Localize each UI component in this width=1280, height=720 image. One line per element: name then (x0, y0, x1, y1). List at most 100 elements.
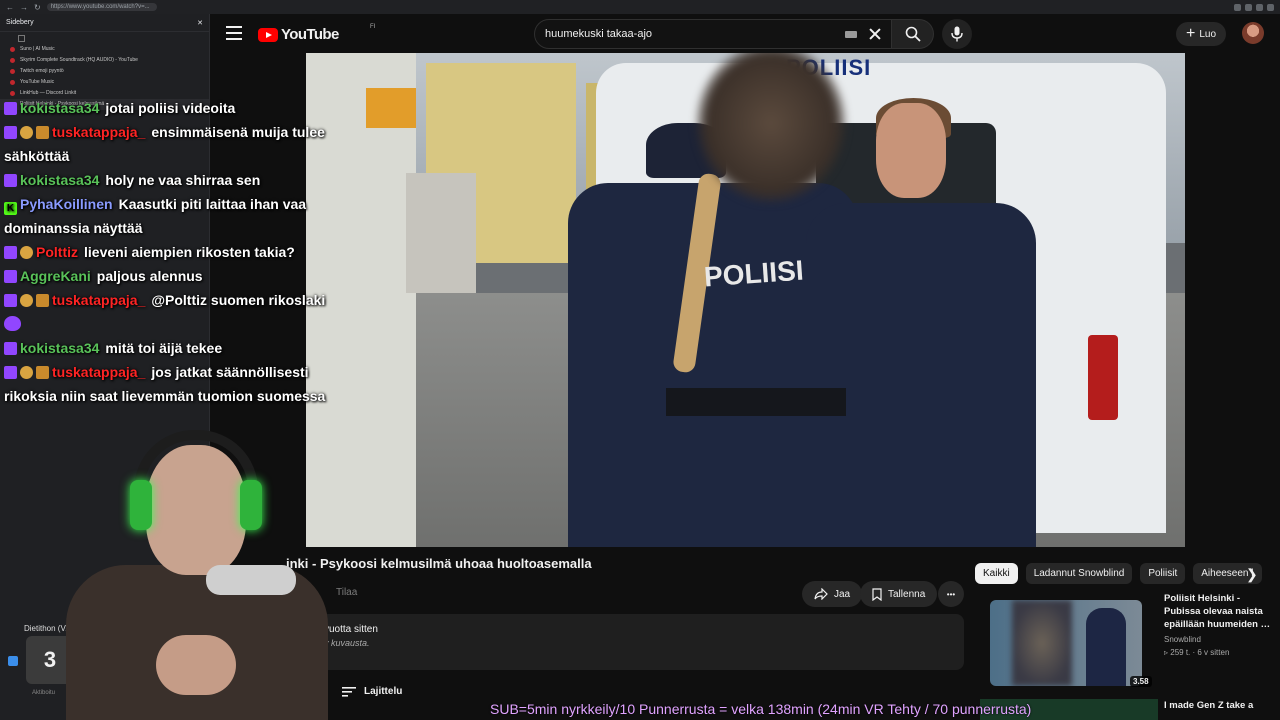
chat-message: kokistasa34 mitä toi äijä tekee (4, 336, 344, 360)
account-avatar[interactable] (1242, 22, 1264, 44)
forward-icon[interactable]: → (20, 3, 28, 12)
chat-text: mitä toi äijä tekee (105, 340, 223, 356)
youtube-header: YouTube FI + Luo (210, 14, 1280, 54)
extension-icon[interactable] (1245, 3, 1252, 11)
search-button[interactable] (892, 19, 934, 49)
extension-icon[interactable] (1256, 3, 1263, 11)
chat-message: Polttiz lieveni aiempien rikosten takia? (4, 240, 344, 264)
van-taillight (1088, 335, 1118, 420)
recommended-stats: ▹ 259 t. · 6 v sitten (1164, 648, 1230, 657)
voice-search-button[interactable] (942, 19, 972, 49)
chest-badge-icon (36, 366, 49, 379)
counter-label: Aktiboitu (32, 690, 56, 696)
sub-badge-icon (4, 366, 17, 379)
thumbnail-officer (1086, 608, 1126, 686)
search-input[interactable] (545, 28, 845, 40)
sub-badge-icon (4, 126, 17, 139)
chat-message: tuskatappaja_ jos jatkat säännöllisesti r… (4, 360, 344, 408)
officer-male (806, 203, 1036, 547)
chat-text: holy ne vaa shirraa sen (105, 172, 261, 188)
headset-earcup (240, 480, 262, 530)
description-snippet: y kuvausta. (324, 638, 370, 648)
chip-poliisit[interactable]: Poliisit (1140, 563, 1186, 584)
comments-sort[interactable]: Lajittelu (342, 686, 402, 697)
stream-chat-overlay: kokistasa34 jotai poliisi videoita tuskata… (4, 96, 344, 408)
chat-username[interactable]: kokistasa34 (20, 172, 99, 188)
create-button[interactable]: + Luo (1176, 22, 1227, 46)
more-actions-button[interactable]: ••• (938, 581, 964, 607)
video-duration: 3.58 (1130, 676, 1152, 687)
sidebar-tab[interactable]: Twitch emoji pyyntö (0, 66, 209, 77)
officer-face (876, 103, 946, 198)
sidebar-tools (0, 32, 209, 44)
keyboard-icon[interactable] (845, 30, 857, 38)
duty-belt (666, 388, 846, 416)
emo-badge-icon (20, 366, 33, 379)
chat-text: lieveni aiempien rikosten takia? (84, 244, 295, 260)
sub-badge-icon (4, 342, 17, 355)
chat-message (4, 312, 344, 336)
address-bar[interactable]: https://www.youtube.com/watch?v=... (46, 3, 157, 11)
chat-username[interactable]: tuskatappaja_ (52, 124, 145, 140)
chat-message: tuskatappaja_ @Polttiz suomen rikoslaki (4, 288, 344, 312)
recommended-channel[interactable]: Snowblind (1164, 633, 1229, 646)
sidebar-header: Sidebery ✕ (0, 14, 209, 32)
share-button[interactable]: Jaa (802, 581, 863, 607)
chat-username[interactable]: AggreKani (20, 268, 91, 284)
upload-age: 6 v sitten (1197, 648, 1230, 657)
microphone-icon (951, 26, 963, 42)
search-box (534, 19, 892, 49)
webcam-overlay (56, 425, 338, 720)
sidebar-tab[interactable]: Skyrim Complete Soundtrack (HQ AUDIO) - … (0, 55, 209, 66)
recommended-title[interactable]: Poliisit Helsinki - Pubissa olevaa naist… (1164, 592, 1274, 631)
extension-icon[interactable] (1267, 3, 1274, 11)
clear-search-icon[interactable] (867, 26, 883, 42)
emo-badge-icon (20, 126, 33, 139)
recommended-thumbnail[interactable] (990, 600, 1142, 686)
sort-icon (342, 686, 356, 697)
streamer-hands (156, 635, 236, 695)
video-player[interactable]: POLIISI POLIISI (306, 53, 1185, 547)
sidebar-tab-label: Suno | AI Music (20, 46, 55, 52)
chip-uploader[interactable]: Ladannut Snowblind (1025, 563, 1133, 584)
sub-badge-icon (4, 102, 17, 115)
back-icon[interactable]: ← (6, 3, 14, 12)
save-label: Tallenna (888, 588, 926, 600)
new-tab-icon[interactable] (18, 34, 25, 42)
chest-badge-icon (36, 126, 49, 139)
headset-earcup (130, 480, 152, 530)
screen: ← → ↻ https://www.youtube.com/watch?v=..… (0, 0, 1280, 720)
chat-message: AggreKani paljous alennus (4, 264, 344, 288)
sidebar-tab[interactable]: Suno | AI Music (0, 44, 209, 55)
chip-all[interactable]: Kaikki (975, 563, 1018, 584)
extension-icon[interactable] (1234, 3, 1241, 11)
video-scene-fuel-pump (406, 173, 476, 293)
sidebar-tab-label: Skyrim Complete Soundtrack (HQ AUDIO) - … (20, 57, 138, 63)
description-date: vuotta sitten (324, 624, 378, 635)
sidebar-tab[interactable]: YouTube Music (0, 77, 209, 88)
search-icon (905, 26, 921, 42)
save-button[interactable]: Tallenna (860, 581, 938, 607)
chat-username[interactable]: Polttiz (36, 244, 78, 260)
reload-icon[interactable]: ↻ (34, 3, 41, 12)
chat-username[interactable]: kokistasa34 (20, 100, 99, 116)
chat-username[interactable]: PyhaKoillinen (20, 196, 113, 212)
chevron-right-icon[interactable]: ❯ (1246, 566, 1258, 583)
share-label: Jaa (834, 588, 851, 600)
chat-username[interactable]: kokistasa34 (20, 340, 99, 356)
sidebar-title: Sidebery (6, 19, 34, 26)
recommended-title[interactable]: I made Gen Z take a (1164, 700, 1274, 711)
chat-username[interactable]: tuskatappaja_ (52, 364, 145, 380)
hamburger-menu-icon[interactable] (226, 26, 242, 40)
chat-username[interactable]: tuskatappaja_ (52, 292, 145, 308)
chat-message: tuskatappaja_ ensimmäisenä muija tulee sä… (4, 120, 344, 168)
sort-label: Lajittelu (364, 686, 403, 697)
bookmark-icon (872, 587, 882, 601)
country-code: FI (370, 24, 376, 30)
youtube-logo[interactable]: YouTube FI (258, 24, 375, 43)
plus-icon: + (1186, 25, 1196, 42)
emo-badge-icon (20, 294, 33, 307)
description-box[interactable]: vuotta sitten y kuvausta. (318, 614, 964, 670)
close-icon[interactable]: ✕ (197, 19, 203, 27)
microphone (206, 565, 296, 595)
